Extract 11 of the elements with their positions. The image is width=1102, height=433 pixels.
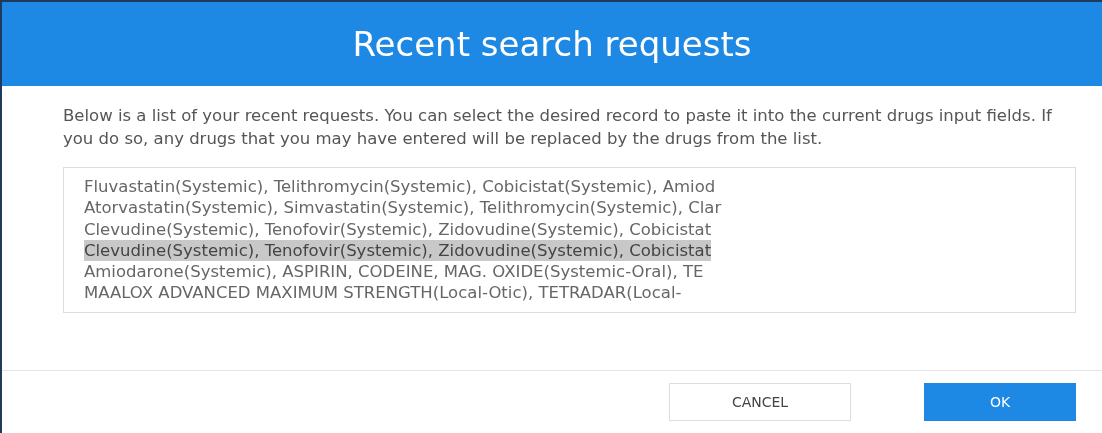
request-item[interactable]: Amiodarone(Systemic), ASPIRIN, CODEINE, MAG. OXIDE(Systemic-Oral), TE xyxy=(84,261,704,283)
request-item[interactable]: Atorvastatin(Systemic), Simvastatin(Systemic), Telithromycin(Systemic), Clar xyxy=(84,197,722,219)
request-list[interactable] xyxy=(63,167,1076,313)
request-item[interactable]: Fluvastatin(Systemic), Telithromycin(Systemic), Cobicistat(Systemic), Amiod xyxy=(84,176,716,198)
request-item[interactable]: MAALOX ADVANCED MAXIMUM STRENGTH(Local-Otic), TETRADAR(Local- xyxy=(84,282,682,304)
request-item[interactable]: Clevudine(Systemic), Tenofovir(Systemic), Zidovudine(Systemic), Cobicistat xyxy=(84,239,712,262)
cancel-button[interactable]: CANCEL xyxy=(669,383,851,421)
dialog-title: Recent search requests xyxy=(2,2,1102,86)
ok-button[interactable]: OK xyxy=(924,383,1076,421)
description-text: Below is a list of your recent requests. You can select the desired record to paste it into the current drugs input fields. If you do so, any drugs that you may have entered will be replaced by the drugs from the list. xyxy=(63,105,1053,150)
request-item[interactable]: Clevudine(Systemic), Tenofovir(Systemic), Zidovudine(Systemic), Cobicistat xyxy=(84,218,712,240)
